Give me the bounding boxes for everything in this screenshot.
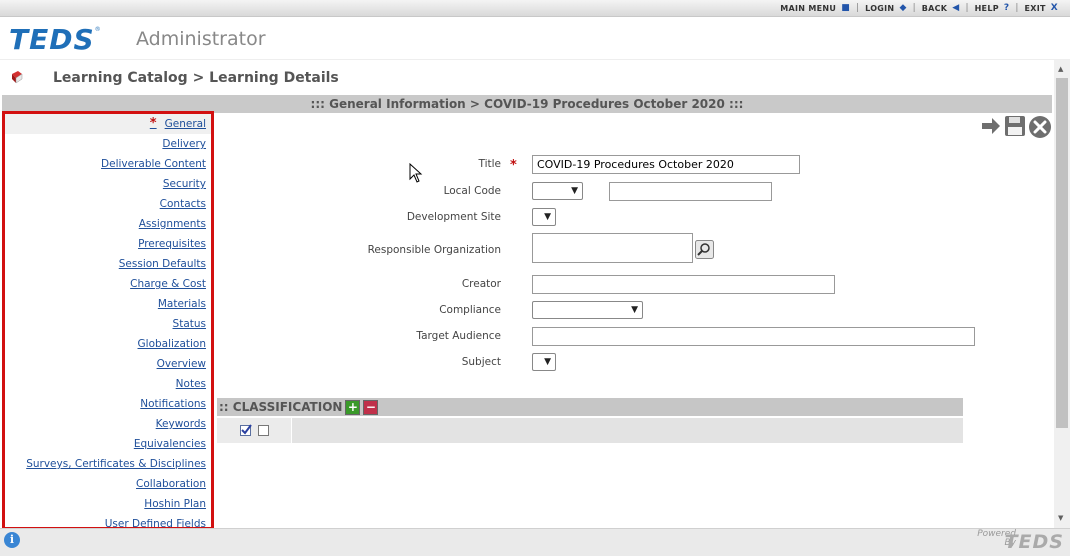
classification-header: :: CLASSIFICATION + −: [217, 398, 963, 416]
help-link[interactable]: HELP ?: [969, 3, 1016, 13]
development-site-select[interactable]: ▼: [532, 208, 556, 226]
left-nav-menu: * General Delivery Deliverable Content Se…: [2, 111, 214, 530]
diamond-icon: ◆: [899, 3, 907, 13]
footer-teds-logo: TEDS: [1004, 531, 1064, 553]
info-icon[interactable]: i: [4, 532, 20, 548]
main-menu-label: MAIN MENU: [780, 3, 837, 13]
uncheck-all-icon[interactable]: [258, 425, 269, 436]
nav-item-contacts[interactable]: Contacts: [5, 194, 211, 214]
nav-item-general[interactable]: * General: [5, 114, 211, 134]
required-marker: *: [149, 116, 157, 131]
main-menu-link[interactable]: MAIN MENU ■: [774, 3, 856, 13]
nav-item-assignments[interactable]: Assignments: [5, 214, 211, 234]
exit-link[interactable]: EXIT X: [1018, 3, 1064, 13]
mouse-cursor-icon: [409, 163, 423, 183]
target-audience-label: Target Audience: [416, 330, 501, 342]
chevron-down-icon: ▼: [544, 357, 551, 367]
remove-icon[interactable]: −: [363, 399, 379, 415]
classification-title: :: CLASSIFICATION: [219, 400, 343, 414]
subject-label: Subject: [461, 356, 501, 368]
book-icon: [12, 71, 23, 84]
nav-item-label: General: [164, 118, 206, 130]
question-icon: ?: [1003, 3, 1010, 13]
close-x-icon: X: [1050, 3, 1058, 13]
app-header: TEDS ® Administrator: [0, 18, 1070, 60]
compliance-select[interactable]: ▼: [532, 301, 643, 319]
nav-item-equivalencies[interactable]: Equivalencies: [5, 434, 211, 454]
title-input[interactable]: [532, 155, 800, 174]
save-icon[interactable]: [1004, 115, 1026, 137]
breadcrumb-bar: Learning Catalog > Learning Details: [0, 60, 1054, 95]
subject-select[interactable]: ▼: [532, 353, 556, 371]
back-link[interactable]: BACK ◀: [916, 3, 966, 13]
search-lookup-icon[interactable]: [695, 240, 714, 259]
responsible-org-label: Responsible Organization: [367, 244, 501, 256]
creator-input[interactable]: [532, 275, 835, 294]
check-all-icon[interactable]: [240, 424, 252, 436]
back-arrow-icon: ◀: [952, 3, 960, 13]
local-code-select[interactable]: ▼: [532, 182, 583, 200]
chevron-down-icon: ▼: [571, 186, 578, 196]
classification-row: [217, 418, 963, 443]
creator-label: Creator: [461, 278, 501, 290]
nav-item-deliverable-content[interactable]: Deliverable Content: [5, 154, 211, 174]
top-nav: MAIN MENU ■ | LOGIN ◆ | BACK ◀ | HELP ? …: [774, 3, 1064, 13]
app-name: Administrator: [136, 28, 266, 50]
nav-item-overview[interactable]: Overview: [5, 354, 211, 374]
login-link[interactable]: LOGIN ◆: [859, 3, 913, 13]
nav-item-collaboration[interactable]: Collaboration: [5, 474, 211, 494]
footer: i Powered By TEDS: [0, 528, 1070, 556]
help-label: HELP: [974, 3, 999, 13]
compliance-label: Compliance: [439, 304, 501, 316]
target-audience-input[interactable]: [532, 327, 975, 346]
nav-item-globalization[interactable]: Globalization: [5, 334, 211, 354]
scroll-down-icon[interactable]: ▼: [1058, 514, 1063, 522]
scrollbar-thumb[interactable]: [1056, 78, 1068, 428]
exit-label: EXIT: [1024, 3, 1046, 13]
development-site-label: Development Site: [406, 211, 501, 223]
add-icon[interactable]: +: [345, 399, 361, 415]
nav-item-session-defaults[interactable]: Session Defaults: [5, 254, 211, 274]
login-label: LOGIN: [865, 3, 895, 13]
nav-item-prerequisites[interactable]: Prerequisites: [5, 234, 211, 254]
back-label: BACK: [921, 3, 948, 13]
logo-registered-mark: ®: [94, 26, 101, 33]
forward-arrow-icon[interactable]: [980, 115, 1002, 137]
title-required-marker: *: [510, 158, 517, 173]
nav-item-security[interactable]: Security: [5, 174, 211, 194]
teds-logo: TEDS ®: [9, 24, 101, 54]
square-icon: ■: [841, 3, 851, 13]
nav-item-notes[interactable]: Notes: [5, 374, 211, 394]
nav-item-status[interactable]: Status: [5, 314, 211, 334]
top-nav-bar: MAIN MENU ■ | LOGIN ◆ | BACK ◀ | HELP ? …: [0, 0, 1070, 17]
nav-item-delivery[interactable]: Delivery: [5, 134, 211, 154]
main-form: Title * Local Code ▼ Development Site ▼ …: [216, 113, 1054, 528]
close-circle-icon[interactable]: [1028, 115, 1052, 139]
nav-item-materials[interactable]: Materials: [5, 294, 211, 314]
nav-item-keywords[interactable]: Keywords: [5, 414, 211, 434]
vertical-scrollbar[interactable]: ▲ ▼: [1054, 60, 1070, 528]
nav-item-hoshin-plan[interactable]: Hoshin Plan: [5, 494, 211, 514]
chevron-down-icon: ▼: [544, 212, 551, 222]
breadcrumb: Learning Catalog > Learning Details: [53, 70, 339, 86]
nav-item-surveys[interactable]: Surveys, Certificates & Disciplines: [5, 454, 211, 474]
logo-text: TEDS: [9, 23, 95, 56]
responsible-org-textarea[interactable]: [532, 233, 693, 263]
nav-item-notifications[interactable]: Notifications: [5, 394, 211, 414]
classification-select-cell: [217, 418, 292, 443]
nav-item-charge-cost[interactable]: Charge & Cost: [5, 274, 211, 294]
local-code-label: Local Code: [443, 185, 501, 197]
local-code-input[interactable]: [609, 182, 772, 201]
scroll-up-icon[interactable]: ▲: [1058, 65, 1063, 73]
chevron-down-icon: ▼: [631, 305, 638, 315]
